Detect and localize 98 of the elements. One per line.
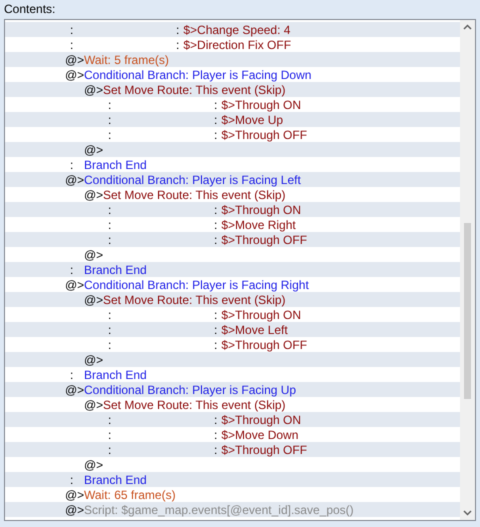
command-text: Set Move Route: This event (Skip) [103,82,286,96]
command-marker: : [69,158,74,172]
command-marker: @> [65,172,84,186]
command-marker: : [176,22,180,36]
command-marker: : [107,98,112,112]
command-text: Conditional Branch: Player is Facing Left [84,172,301,186]
scrollbar[interactable] [460,20,475,520]
command-marker: : [214,322,218,336]
command-marker: @> [84,352,103,366]
command-text: Branch End [84,262,147,276]
command-text: $>Change Speed: 4 [183,22,290,36]
command-row[interactable]: : : $>Through ON [5,202,460,217]
command-marker: : [69,368,74,382]
command-marker: : [69,262,74,276]
command-marker: : [69,22,74,36]
command-row[interactable]: @>Wait: 5 frame(s) [5,52,460,67]
command-marker: : [107,232,112,246]
command-marker: : [214,218,218,232]
command-row[interactable]: @> [5,142,460,157]
command-text: Set Move Route: This event (Skip) [103,398,286,412]
command-marker: @> [84,142,103,156]
command-marker: @> [65,488,84,502]
command-marker: @> [84,188,103,202]
command-text: $>Move Up [221,112,284,126]
command-text: $>Through ON [221,412,302,426]
command-marker: : [214,202,218,216]
command-text: $>Move Left [221,322,288,336]
command-marker: : [214,128,218,142]
command-marker: @> [84,292,103,306]
command-marker: : [107,128,112,142]
command-marker: : [107,428,112,442]
contents-label: Contents: [4,1,56,17]
command-text: Branch End [84,158,147,172]
command-text: Conditional Branch: Player is Facing Right [84,278,309,292]
command-marker: : [107,322,112,336]
command-text: Script: $game_map.events[@event_id].save_pos() [84,502,354,516]
command-text: $>Through ON [221,308,302,322]
command-row[interactable]: @>Set Move Route: This event (Skip) [5,292,460,307]
command-marker: : [107,112,112,126]
command-row[interactable]: : : $>Move Up [5,112,460,127]
command-text: Conditional Branch: Player is Facing Down [84,68,312,82]
command-marker: : [214,442,218,456]
command-row[interactable]: @>Set Move Route: This event (Skip) [5,82,460,97]
command-marker: : [107,412,112,426]
command-marker: : [69,38,74,52]
command-marker: @> [65,382,84,396]
command-marker: : [107,202,112,216]
command-row[interactable]: @>Script: $game_map.events[@event_id].save_pos() [5,502,460,517]
command-text: Set Move Route: This event (Skip) [103,188,286,202]
command-marker: @> [65,502,84,516]
command-marker: : [214,98,218,112]
command-row[interactable]: @>Conditional Branch: Player is Facing Up [5,382,460,397]
command-text: $>Through OFF [221,232,308,246]
command-text: Wait: 65 frame(s) [84,488,176,502]
command-text: $>Through OFF [221,338,308,352]
command-row[interactable]: : : $>Through OFF [5,442,460,457]
command-marker: : [176,38,180,52]
command-marker: : [214,428,218,442]
command-marker: @> [84,458,103,472]
command-text: Wait: 5 frame(s) [84,52,169,66]
command-marker: : [214,308,218,322]
command-marker: : [214,112,218,126]
command-row[interactable]: : : $>Through OFF [5,232,460,247]
command-text: $>Move Right [221,218,296,232]
command-row[interactable]: @>Conditional Branch: Player is Facing Left [5,172,460,187]
command-marker: @> [65,278,84,292]
command-row[interactable]: @> [5,352,460,367]
command-text: $>Through ON [221,98,302,112]
command-marker: : [214,232,218,246]
command-marker: @> [84,82,103,96]
command-text: $>Through ON [221,202,302,216]
command-marker: : [214,412,218,426]
command-marker: : [214,338,218,352]
command-text: Branch End [84,368,147,382]
scroll-up-icon[interactable] [463,23,472,32]
command-text: Conditional Branch: Player is Facing Up [84,382,296,396]
command-text: $>Move Down [221,428,298,442]
scrollbar-thumb[interactable] [464,223,471,399]
command-marker: @> [65,52,84,66]
command-marker: @> [84,248,103,262]
command-row[interactable]: : : $>Move Left [5,322,460,337]
command-marker: : [69,472,74,486]
command-text: Set Move Route: This event (Skip) [103,292,286,306]
command-row[interactable]: : : $>Change Speed: 4 [5,22,460,37]
command-marker: @> [84,398,103,412]
command-text: $>Through OFF [221,128,308,142]
command-text: $>Through OFF [221,442,308,456]
command-marker: @> [65,68,84,82]
command-text: Branch End [84,472,147,486]
command-marker: : [107,442,112,456]
command-text: $>Direction Fix OFF [183,38,292,52]
command-row[interactable]: : : $>Through ON [5,412,460,427]
command-row[interactable]: : Branch End [5,262,460,277]
command-marker: : [107,308,112,322]
scroll-down-icon[interactable] [463,508,472,517]
command-marker: : [107,338,112,352]
command-marker: : [107,218,112,232]
command-row[interactable]: : Branch End [5,472,460,487]
